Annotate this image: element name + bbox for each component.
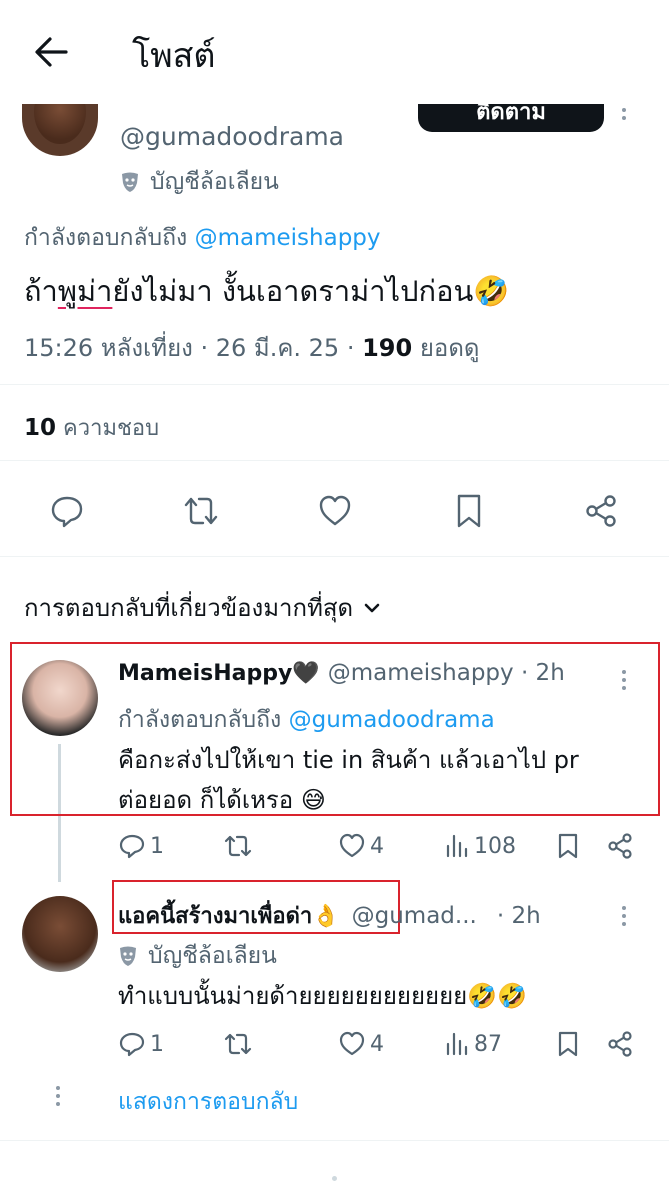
divider bbox=[0, 460, 669, 461]
tweet-time[interactable]: 15:26 หลังเที่ยง · 26 มี.ค. 25 · bbox=[24, 334, 354, 362]
reply-text: คือกะส่งไปให้เขา tie in สินค้า แล้วเอาไป… bbox=[118, 746, 579, 814]
divider bbox=[0, 556, 669, 557]
bookmark-button[interactable] bbox=[556, 832, 580, 860]
top-bar: โพสต์ bbox=[0, 0, 669, 104]
retweet-icon bbox=[224, 1033, 252, 1055]
reply-count: 1 bbox=[150, 1031, 164, 1057]
view-count: 108 bbox=[474, 833, 516, 859]
divider bbox=[0, 384, 669, 385]
arrow-left-icon bbox=[35, 37, 68, 67]
theater-mask-icon bbox=[120, 946, 136, 966]
reply-button[interactable]: 1 bbox=[118, 1030, 164, 1058]
like-button[interactable] bbox=[310, 484, 360, 538]
like-count: 4 bbox=[370, 833, 384, 859]
reply-button[interactable] bbox=[42, 484, 92, 538]
share-button[interactable] bbox=[576, 484, 626, 538]
like-count: 4 bbox=[370, 1031, 384, 1057]
heart-icon bbox=[319, 495, 351, 526]
more-options-icon[interactable] bbox=[622, 670, 626, 690]
comment-icon bbox=[119, 1032, 145, 1057]
view-count: 87 bbox=[474, 1031, 502, 1057]
like-button[interactable]: 4 bbox=[338, 1030, 384, 1058]
spellcheck-word: พูม่า bbox=[57, 274, 113, 308]
parody-badge: บัญชีล้อเลียน bbox=[118, 938, 277, 974]
views-button[interactable]: 108 bbox=[444, 832, 516, 860]
bar-chart-icon bbox=[446, 834, 468, 858]
reply-count: 1 bbox=[150, 833, 164, 859]
divider bbox=[0, 1140, 669, 1141]
reply-text: ทำแบบนั้นม่ายด้ายยยยยยยยยยยย🤣🤣 bbox=[118, 982, 527, 1010]
retweet-button[interactable] bbox=[176, 484, 226, 538]
like-button[interactable]: 4 bbox=[338, 832, 384, 860]
heart-icon bbox=[339, 1031, 365, 1056]
tweet-actions bbox=[0, 484, 669, 538]
bookmark-icon bbox=[558, 833, 578, 859]
reply-author-handle[interactable]: @mameishappy · 2h bbox=[328, 660, 565, 686]
reply-author-name[interactable]: แอคนี้สร้างมาเพื่อด่า👌 bbox=[118, 898, 340, 933]
replying-to-link[interactable]: @gumadoodrama bbox=[289, 707, 495, 733]
likes-count: 10 bbox=[24, 415, 57, 441]
share-icon bbox=[586, 495, 616, 527]
reply-sort-dropdown[interactable]: การตอบกลับที่เกี่ยวข้องมากที่สุด bbox=[24, 588, 381, 627]
chevron-down-icon bbox=[364, 603, 380, 612]
reply-time[interactable]: · 2h bbox=[497, 903, 541, 929]
bookmark-button[interactable] bbox=[556, 1030, 580, 1058]
reply-header: MameisHappy🖤 @mameishappy · 2h bbox=[118, 660, 565, 686]
share-icon bbox=[608, 833, 632, 859]
more-options-icon[interactable] bbox=[622, 906, 626, 926]
retweet-icon bbox=[224, 835, 252, 857]
heart-icon bbox=[339, 833, 365, 858]
reply-button[interactable]: 1 bbox=[118, 832, 164, 860]
parody-label: บัญชีล้อเลียน bbox=[150, 169, 279, 195]
retweet-button[interactable] bbox=[222, 832, 254, 860]
replying-to: กำลังตอบกลับถึง @mameishappy bbox=[24, 225, 381, 251]
retweet-icon bbox=[184, 497, 218, 525]
bookmark-button[interactable] bbox=[444, 484, 494, 538]
views-button[interactable]: 87 bbox=[444, 1030, 502, 1058]
parody-badge: บัญชีล้อเลียน bbox=[120, 164, 279, 200]
view-count: 190 bbox=[362, 334, 413, 362]
reply-actions: 1 4 87 bbox=[118, 1028, 638, 1062]
reply-author-handle[interactable]: @gumad... bbox=[352, 903, 477, 929]
share-button[interactable] bbox=[606, 832, 634, 860]
thread-dots bbox=[56, 1086, 60, 1106]
tweet-text: ถ้าพูม่ายังไม่มา งั้นเอาดราม่าไปก่อน🤣 bbox=[24, 274, 510, 308]
share-button[interactable] bbox=[606, 1030, 634, 1058]
comment-icon bbox=[51, 496, 83, 528]
back-button[interactable] bbox=[30, 30, 74, 74]
bookmark-icon bbox=[457, 494, 481, 528]
parody-label: บัญชีล้อเลียน bbox=[148, 943, 277, 969]
reply-avatar[interactable] bbox=[22, 896, 98, 972]
retweet-button[interactable] bbox=[222, 1030, 254, 1058]
theater-mask-icon bbox=[122, 172, 138, 192]
comment-icon bbox=[119, 834, 145, 859]
tweet-meta: 15:26 หลังเที่ยง · 26 มี.ค. 25 · 190 ยอด… bbox=[24, 334, 480, 362]
reply-header: แอคนี้สร้างมาเพื่อด่า👌 @gumad... · 2h bbox=[118, 898, 541, 933]
author-handle[interactable]: @gumadoodrama bbox=[120, 122, 344, 151]
bookmark-icon bbox=[558, 1031, 578, 1057]
share-icon bbox=[608, 1031, 632, 1057]
loading-dot bbox=[332, 1176, 337, 1181]
reply-author-name[interactable]: MameisHappy🖤 bbox=[118, 661, 320, 686]
likes-label: ความชอบ bbox=[63, 416, 160, 441]
reply-actions: 1 4 108 bbox=[118, 830, 638, 864]
reply-replying-to: กำลังตอบกลับถึง @gumadoodrama bbox=[118, 707, 495, 733]
bar-chart-icon bbox=[446, 1032, 468, 1056]
page-title: โพสต์ bbox=[132, 36, 216, 76]
show-replies-link[interactable]: แสดงการตอบกลับ bbox=[118, 1084, 298, 1120]
replying-to-link[interactable]: @mameishappy bbox=[195, 225, 381, 251]
likes-summary[interactable]: 10 ความชอบ bbox=[24, 410, 159, 445]
